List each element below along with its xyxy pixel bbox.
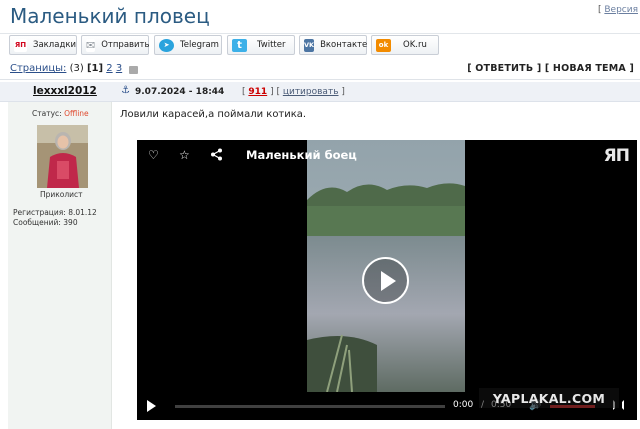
quote-close: ] [341, 87, 345, 97]
video-player[interactable]: ♡ ☆ Маленький боец ЯП 0:00 / 0:50 🔊 [137, 140, 637, 420]
play-icon[interactable] [147, 400, 156, 412]
send-button[interactable]: ✉ Отправить [81, 35, 150, 55]
odnoklassniki-icon: ok [376, 38, 391, 52]
twitter-icon: t [232, 38, 247, 52]
telegram-icon: ➤ [159, 38, 174, 52]
topic-actions: [ ОТВЕТИТЬ ] [ НОВАЯ ТЕМА ] [467, 63, 634, 74]
ok-button[interactable]: ok OK.ru [371, 35, 439, 55]
registration-date: Регистрация: 8.01.12 [13, 208, 97, 217]
vkontakte-label: Вконтакте [320, 40, 368, 50]
quote-open: [ [276, 87, 280, 97]
author-name[interactable]: lexxxl2012 [33, 85, 97, 97]
status-label: Статус: [32, 109, 62, 118]
title-bar: Маленький пловец [ Версия [0, 0, 640, 34]
twitter-button[interactable]: t Twitter [227, 35, 295, 55]
page-3-link[interactable]: 3 [116, 63, 122, 74]
version-bracket: [ [597, 5, 602, 15]
rating-close: ] [270, 87, 274, 97]
telegram-button[interactable]: ➤ Telegram [154, 35, 222, 55]
ok-label: OK.ru [403, 40, 427, 50]
version-link[interactable]: Версия [604, 5, 638, 15]
page-2-link[interactable]: 2 [106, 63, 112, 74]
message-count: Сообщений: 390 [13, 218, 78, 227]
pages-label[interactable]: Страницы: [10, 63, 66, 74]
vk-icon: VK [304, 38, 315, 52]
rating-open: [ [242, 87, 246, 97]
share-icon[interactable] [210, 148, 223, 164]
progress-bar[interactable] [175, 405, 445, 408]
new-topic-button[interactable]: [ НОВАЯ ТЕМА ] [545, 63, 634, 74]
play-button[interactable] [362, 257, 409, 304]
user-meta: Регистрация: 8.01.12 Сообщений: 390 [13, 208, 97, 228]
bookmarks-label: Закладки [33, 40, 76, 50]
reply-button[interactable]: [ ОТВЕТИТЬ ] [467, 63, 541, 74]
rating-value[interactable]: 911 [248, 87, 267, 97]
watermark: YAPLAKAL.COM [479, 388, 619, 408]
yaplakal-bookmark-icon: ЯП [14, 38, 28, 52]
status-value: Offline [64, 109, 89, 118]
avatar[interactable] [37, 125, 88, 188]
user-status: Статус: Offline [32, 109, 89, 118]
post-text: Ловили карасей,а поймали котика. [120, 109, 307, 120]
yaplakal-logo: ЯП [603, 146, 630, 166]
twitter-label: Twitter [257, 40, 286, 50]
quote-link[interactable]: цитировать [283, 87, 339, 97]
pages-total: (3) [69, 63, 84, 74]
pagination: Страницы: (3) [1] 2 3 [10, 63, 122, 74]
time-current: 0:00 [453, 400, 474, 410]
vkontakte-button[interactable]: VK Вконтакте [299, 35, 367, 55]
post-date: 9.07.2024 - 18:44 [135, 87, 225, 97]
anchor-icon[interactable]: ⚓ [121, 85, 130, 96]
bookmarks-button[interactable]: ЯП Закладки [9, 35, 77, 55]
video-title: Маленький боец [246, 148, 357, 162]
pagination-row: Страницы: (3) [1] 2 3 [ ОТВЕТИТЬ ] [ НОВ… [0, 60, 640, 80]
page-title: Маленький пловец [10, 4, 210, 28]
post-rating: [ 911 ] [ цитировать ] [242, 87, 345, 97]
pages-menu-icon[interactable] [129, 66, 138, 74]
heart-icon[interactable]: ♡ [148, 148, 159, 162]
user-title: Приколист [40, 190, 83, 199]
post-header: lexxxl2012 ⚓ 9.07.2024 - 18:44 [ 911 ] [… [0, 82, 640, 102]
current-page: [1] [86, 63, 104, 74]
telegram-label: Telegram [180, 40, 219, 50]
envelope-icon: ✉ [86, 38, 96, 52]
send-label: Отправить [101, 40, 150, 50]
star-icon[interactable]: ☆ [179, 148, 190, 162]
version-link-wrapper: [ Версия [598, 5, 638, 15]
video-top-bar: ♡ ☆ Маленький боец ЯП [137, 140, 637, 176]
